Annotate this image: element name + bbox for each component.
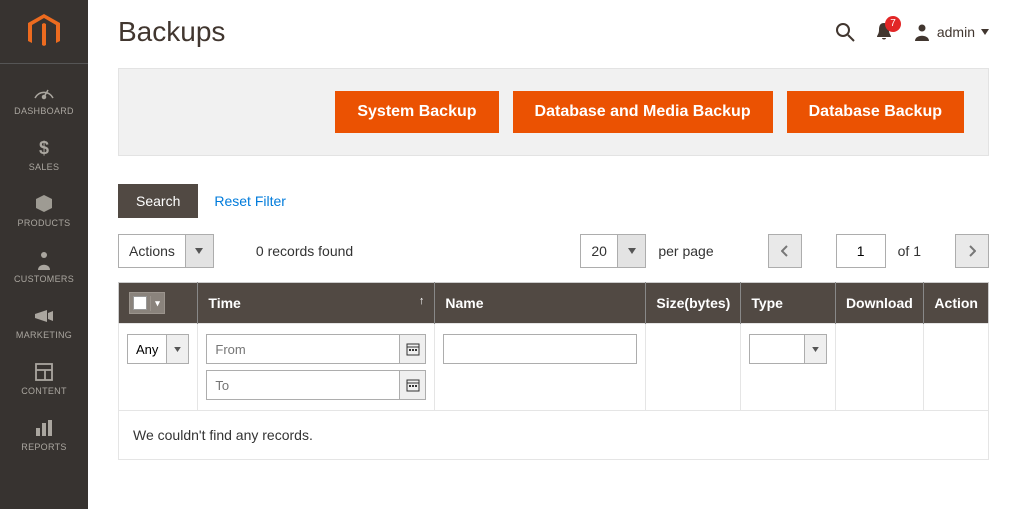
notifications-icon[interactable]: 7 — [875, 22, 893, 42]
notification-badge: 7 — [885, 16, 901, 32]
per-page-select[interactable]: 20 — [580, 234, 646, 268]
caret-down-icon — [185, 235, 213, 267]
magento-logo[interactable] — [0, 0, 88, 64]
filter-name-input[interactable] — [443, 334, 637, 364]
filter-type-select[interactable] — [749, 334, 827, 364]
column-time[interactable]: Time↑ — [198, 283, 435, 324]
column-download[interactable]: Download — [835, 283, 923, 324]
empty-row: We couldn't find any records. — [119, 411, 989, 460]
column-name[interactable]: Name — [435, 283, 646, 324]
grid-header-row: ▾ Time↑ Name Size(bytes) Type Download A… — [119, 283, 989, 324]
sidebar-label: CONTENT — [21, 386, 67, 396]
chart-icon — [31, 418, 57, 438]
sidebar-label: CUSTOMERS — [14, 274, 74, 284]
backup-actions-bar: System Backup Database and Media Backup … — [118, 68, 989, 156]
svg-text:$: $ — [39, 138, 49, 158]
sidebar-label: DASHBOARD — [14, 106, 74, 116]
layout-icon — [31, 362, 57, 382]
current-page-input[interactable] — [836, 234, 886, 268]
backups-grid: ▾ Time↑ Name Size(bytes) Type Download A… — [118, 282, 989, 460]
sidebar-item-marketing[interactable]: MARKETING — [0, 296, 88, 352]
sidebar-label: REPORTS — [21, 442, 66, 452]
reset-filter-link[interactable]: Reset Filter — [214, 193, 286, 209]
prev-page-button[interactable] — [768, 234, 802, 268]
megaphone-icon — [31, 306, 57, 326]
sidebar-item-dashboard[interactable]: DASHBOARD — [0, 72, 88, 128]
sidebar-item-products[interactable]: PRODUCTS — [0, 184, 88, 240]
filter-row: Any — [119, 324, 989, 411]
page-total-label: of 1 — [898, 243, 921, 259]
system-backup-button[interactable]: System Backup — [335, 91, 498, 133]
records-found-text: 0 records found — [256, 243, 353, 259]
search-button[interactable]: Search — [118, 184, 198, 218]
calendar-icon[interactable] — [399, 335, 425, 363]
caret-down-icon — [166, 335, 188, 363]
empty-message: We couldn't find any records. — [119, 411, 989, 460]
caret-down-icon — [804, 335, 826, 363]
mass-actions-select[interactable]: Actions — [118, 234, 214, 268]
user-menu[interactable]: admin — [913, 23, 989, 41]
filter-time-to[interactable] — [206, 370, 426, 400]
topbar: Backups 7 admin — [118, 0, 989, 68]
dollar-icon: $ — [31, 138, 57, 158]
person-icon — [31, 250, 57, 270]
admin-sidebar: DASHBOARD $ SALES PRODUCTS CUSTOMERS MAR… — [0, 0, 88, 509]
actions-label: Actions — [119, 235, 185, 267]
caret-down-icon — [617, 235, 645, 267]
filter-time-from[interactable] — [206, 334, 426, 364]
grid-controls: Actions 0 records found 20 per page of 1 — [118, 234, 989, 268]
to-date-input[interactable] — [207, 371, 399, 399]
dashboard-icon — [31, 82, 57, 102]
search-icon[interactable] — [835, 22, 855, 42]
next-page-button[interactable] — [955, 234, 989, 268]
per-page-value: 20 — [581, 235, 617, 267]
sidebar-label: SALES — [29, 162, 60, 172]
page-title: Backups — [118, 16, 835, 48]
caret-down-icon — [981, 29, 989, 35]
sidebar-label: MARKETING — [16, 330, 72, 340]
column-size[interactable]: Size(bytes) — [646, 283, 741, 324]
search-filter-row: Search Reset Filter — [118, 184, 989, 218]
sidebar-item-customers[interactable]: CUSTOMERS — [0, 240, 88, 296]
column-action[interactable]: Action — [924, 283, 989, 324]
column-type[interactable]: Type — [741, 283, 836, 324]
sidebar-item-reports[interactable]: REPORTS — [0, 408, 88, 464]
main-content: Backups 7 admin System Backup Database a… — [88, 0, 1019, 509]
filter-checkbox-select[interactable]: Any — [127, 334, 189, 364]
column-checkbox[interactable]: ▾ — [119, 283, 198, 324]
sidebar-item-sales[interactable]: $ SALES — [0, 128, 88, 184]
database-media-backup-button[interactable]: Database and Media Backup — [513, 91, 773, 133]
calendar-icon[interactable] — [399, 371, 425, 399]
from-date-input[interactable] — [207, 335, 399, 363]
sort-asc-icon: ↑ — [419, 295, 425, 307]
user-icon — [913, 23, 931, 41]
sidebar-item-content[interactable]: CONTENT — [0, 352, 88, 408]
per-page-label: per page — [658, 243, 713, 259]
database-backup-button[interactable]: Database Backup — [787, 91, 964, 133]
sidebar-label: PRODUCTS — [18, 218, 71, 228]
user-name: admin — [937, 24, 975, 40]
box-icon — [31, 194, 57, 214]
